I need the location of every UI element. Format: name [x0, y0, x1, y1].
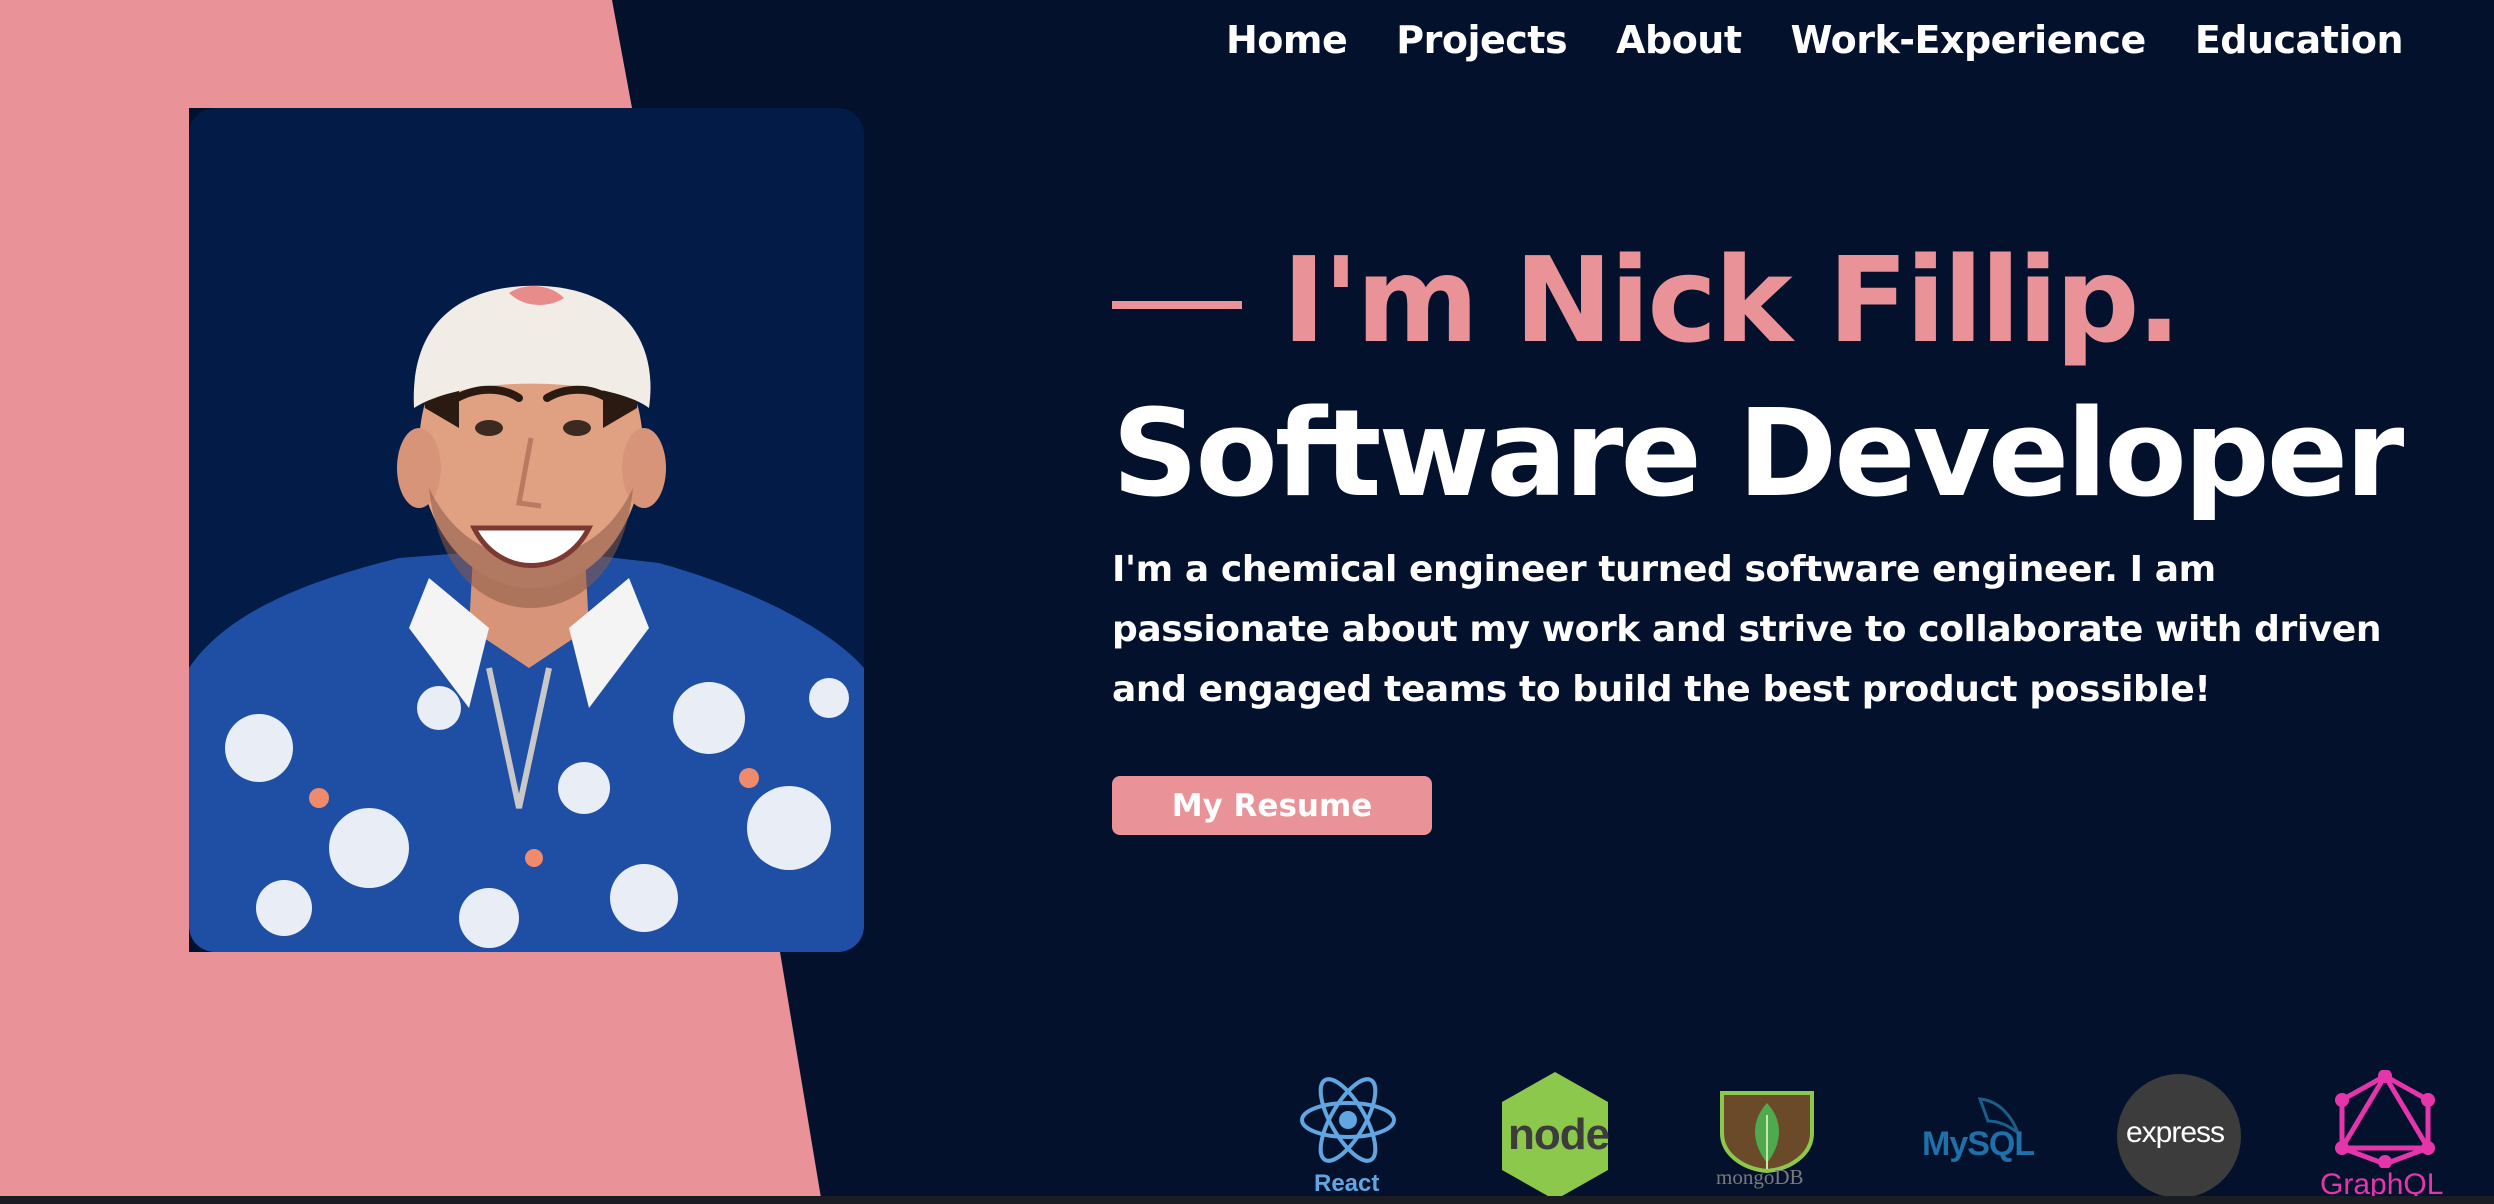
- resume-button[interactable]: My Resume: [1112, 776, 1432, 835]
- page: Home Projects About Work-Experience Educ…: [0, 0, 2494, 1204]
- graphql-logo: GraphQL: [2320, 1070, 2450, 1204]
- main-nav: Home Projects About Work-Experience Educ…: [1226, 18, 2404, 62]
- node-logo: node: [1502, 1072, 1610, 1204]
- mongodb-icon: [1720, 1091, 1814, 1174]
- bottom-strip: [0, 1196, 2494, 1204]
- nav-about[interactable]: About: [1616, 18, 1742, 62]
- nav-work-experience[interactable]: Work-Experience: [1791, 18, 2147, 62]
- node-label: node: [1508, 1110, 1610, 1159]
- intro-row: I'm Nick Fillip.: [1112, 230, 2401, 370]
- nav-projects[interactable]: Projects: [1396, 18, 1567, 62]
- react-label: React: [1314, 1170, 1380, 1197]
- mongodb-label: mongoDB: [1716, 1165, 1804, 1189]
- express-label: express: [2126, 1116, 2225, 1149]
- mongodb-logo: mongoDB: [1712, 1085, 1822, 1204]
- hero-bio: I'm a chemical engineer turned software …: [1112, 549, 2382, 710]
- intro-dash: [1112, 301, 1242, 309]
- profile-photo-illustration: [189, 285, 864, 952]
- nav-home[interactable]: Home: [1226, 18, 1348, 62]
- react-icon: [1300, 1077, 1396, 1163]
- hero-section: I'm Nick Fillip. Software Developer I'm …: [1112, 230, 2404, 835]
- nav-education[interactable]: Education: [2195, 18, 2404, 62]
- graphql-icon: [2335, 1070, 2435, 1168]
- react-logo: React: [1298, 1070, 1398, 1204]
- mysql-logo: MySQL: [1920, 1095, 2035, 1204]
- mysql-label: MySQL: [1922, 1125, 2035, 1163]
- hero-intro: I'm Nick Fillip.: [1282, 231, 2181, 369]
- profile-photo: [189, 108, 864, 952]
- express-logo: express: [2117, 1074, 2241, 1204]
- hero-role: Software Developer: [1112, 385, 2404, 524]
